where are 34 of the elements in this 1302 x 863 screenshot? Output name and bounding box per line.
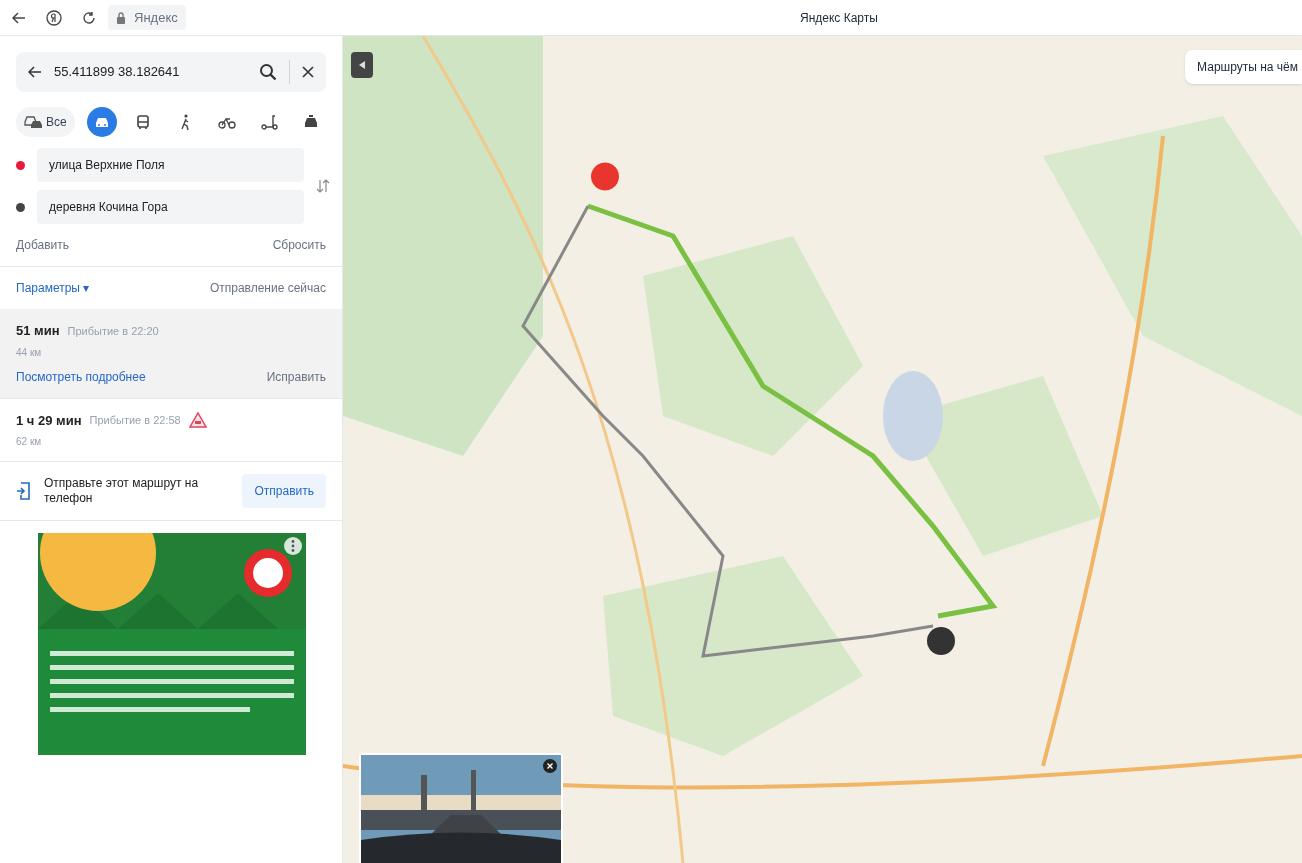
route-duration: 1 ч 29 мин: [16, 411, 82, 430]
route-distance: 44 км: [16, 345, 43, 360]
waypoint-field[interactable]: улица Верхние Поля: [37, 148, 304, 182]
details-link[interactable]: Посмотреть подробнее: [16, 367, 146, 386]
more-icon[interactable]: [284, 537, 302, 555]
arrival-time: Прибытие в 22:58: [89, 413, 181, 428]
route-distance: 62 км: [16, 435, 43, 449]
send-button[interactable]: Отправить: [242, 474, 326, 508]
window-title: Яндекс Карты: [800, 9, 878, 27]
cars-icon: [24, 113, 42, 131]
search-icon[interactable]: [259, 63, 277, 81]
address-bar[interactable]: Яндекс: [108, 4, 186, 31]
yandex-icon[interactable]: [46, 9, 62, 26]
search-field[interactable]: 55.411899 38.182641: [16, 52, 326, 92]
fix-link[interactable]: Исправить: [266, 367, 326, 386]
lock-icon: [116, 11, 126, 24]
waypoint-field[interactable]: деревня Кочина Гора: [37, 190, 304, 224]
back-icon[interactable]: [28, 65, 42, 79]
phone-icon: [16, 481, 32, 501]
back-icon[interactable]: [12, 10, 26, 25]
route-duration: 51 мин: [16, 322, 60, 340]
parameters-dropdown[interactable]: Параметры ▾: [16, 279, 90, 297]
reload-icon[interactable]: [82, 10, 96, 25]
departure-time[interactable]: Отправление сейчас: [209, 279, 326, 297]
route-option[interactable]: 51 мин Прибытие в 22:20 44 км Посмотреть подробнее Исправить: [0, 309, 342, 399]
arrival-time: Прибытие в 22:20: [67, 323, 159, 339]
scooter-icon: [260, 113, 279, 131]
close-icon[interactable]: [302, 66, 314, 78]
reset-link[interactable]: Сбросить: [272, 236, 326, 254]
swap-icon[interactable]: [316, 178, 330, 194]
send-route-text: Отправьте этот маршрут на телефон: [44, 476, 200, 506]
transport-mode-tab[interactable]: Все: [16, 107, 75, 137]
add-link[interactable]: Добавить: [16, 236, 70, 254]
transport-mode-tab[interactable]: [86, 107, 117, 137]
